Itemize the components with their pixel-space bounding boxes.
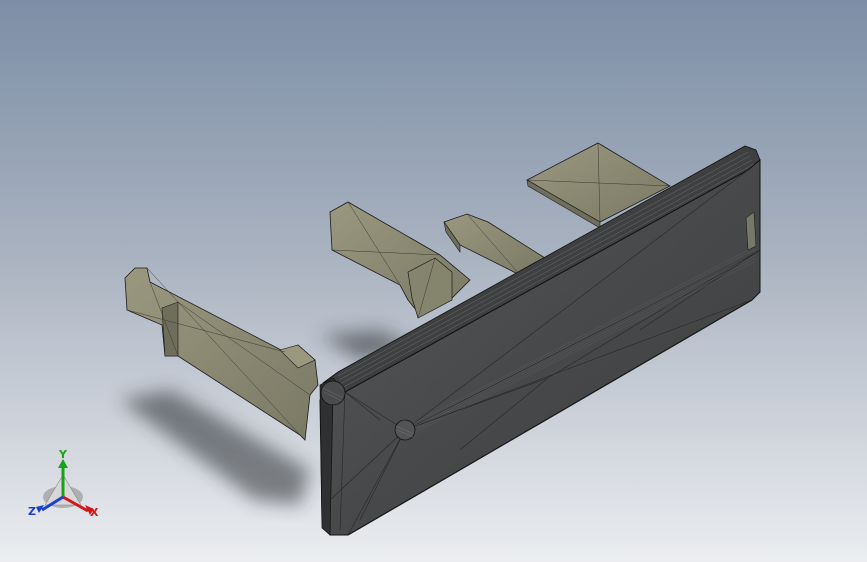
orientation-triad[interactable]: Y X Z: [28, 448, 99, 519]
model-canvas[interactable]: Y X Z: [0, 0, 867, 562]
rib-upper[interactable]: [329, 201, 471, 319]
triad-y-label: Y: [58, 448, 68, 461]
model-viewport[interactable]: Y X Z: [0, 0, 867, 562]
triad-z-label: Z: [28, 505, 36, 518]
triad-x-label: X: [90, 506, 99, 519]
